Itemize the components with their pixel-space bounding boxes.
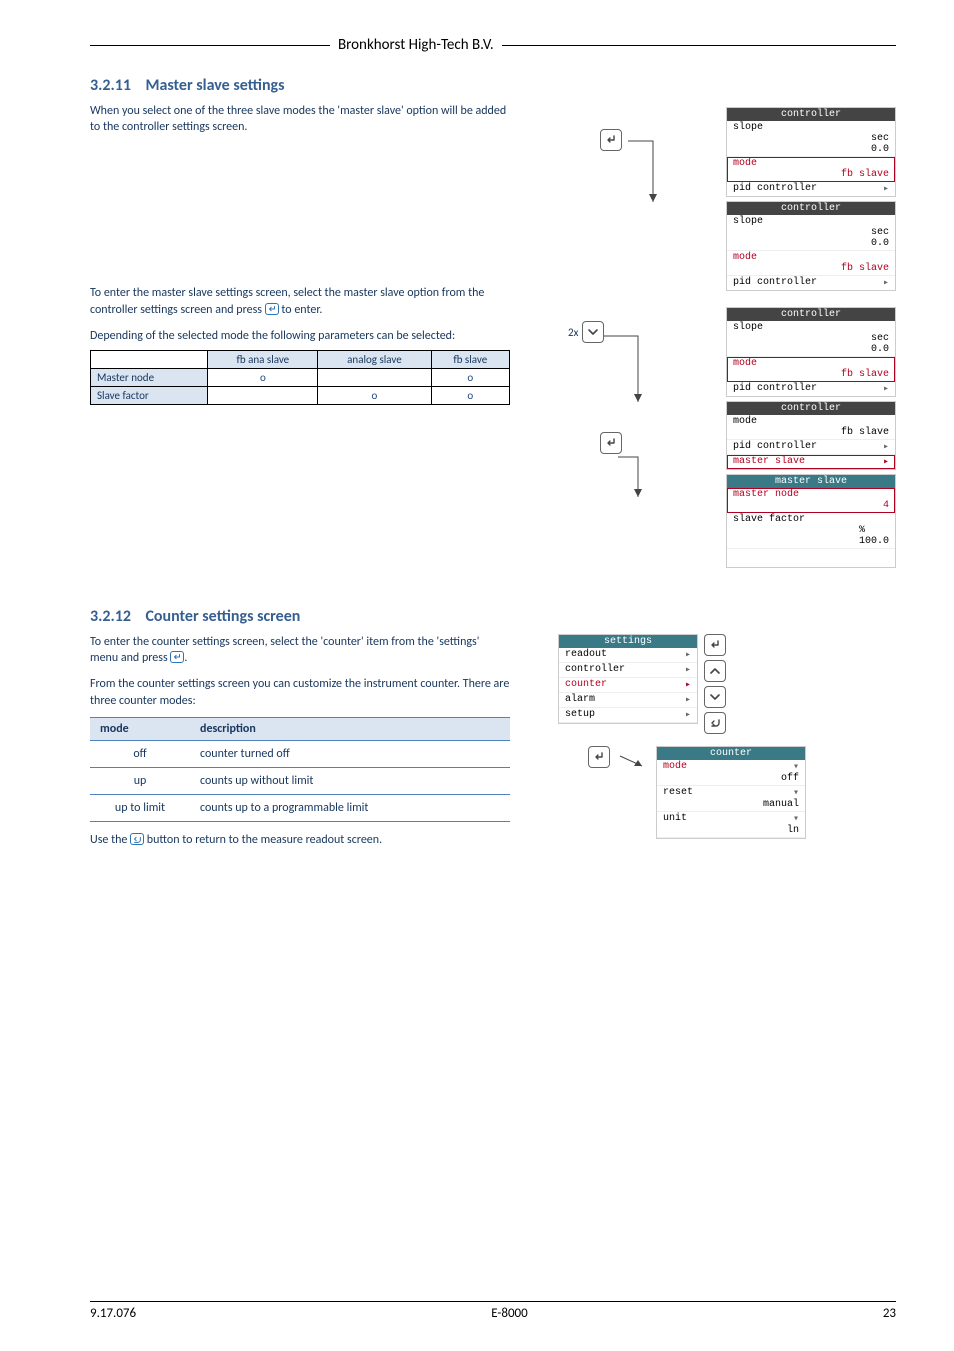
- page-footer: 9.17.076 E-8000 23: [90, 1301, 896, 1321]
- table-row: upcounts up without limit: [90, 767, 510, 794]
- panel-title: controller: [727, 108, 895, 121]
- section-3-2-11-title: 3.2.11 Master slave settings: [90, 76, 896, 95]
- panel-title: counter: [657, 747, 805, 760]
- col-mode: mode: [90, 717, 190, 740]
- enter-icon: [265, 303, 279, 315]
- sec1-para1: When you select one of the three slave m…: [90, 103, 510, 135]
- master-slave-panel: master slave master node4 slave factor%1…: [726, 474, 896, 568]
- panel-title: settings: [559, 635, 697, 648]
- controller-panel: controller slopesec0.0 modefb slave pid …: [726, 307, 896, 397]
- footer-model: E-8000: [491, 1306, 528, 1321]
- sec1-para3: Depending of the selected mode the follo…: [90, 328, 510, 344]
- counter-diagram: counter mode▾off reset▾manual unit▾ln: [588, 746, 896, 839]
- rule-left: [90, 45, 330, 46]
- label-2x: 2x: [568, 326, 578, 339]
- enter-button-icon: [600, 129, 622, 151]
- col-analog-slave: analog slave: [318, 350, 431, 368]
- counter-mode-table: mode description offcounter turned off u…: [90, 717, 510, 822]
- back-button-icon: [704, 712, 726, 734]
- connector-lines: [578, 322, 678, 572]
- up-button-icon: [704, 660, 726, 682]
- controller-panel: controller modefb slave pid controller▸ …: [726, 401, 896, 470]
- table-row: up to limitcounts up to a programmable l…: [90, 794, 510, 821]
- down-button-icon: [582, 321, 604, 343]
- col-description: description: [190, 717, 510, 740]
- table-row: Master node o o: [91, 368, 510, 386]
- down-button-icon: [704, 686, 726, 708]
- sec2-para3: Use the button to return to the measure …: [90, 832, 510, 848]
- section-number: 3.2.12: [90, 607, 131, 626]
- controller-panel: controller slopesec0.0 modefb slave pid …: [726, 107, 896, 197]
- controller-panel: controller slopesec0.0 modefb slave pid …: [726, 201, 896, 291]
- header-rule: Bronkhorst High-Tech B.V.: [90, 36, 896, 54]
- connector-lines: [618, 127, 678, 267]
- section-heading: Counter settings screen: [145, 607, 300, 626]
- settings-diagram: settings readout▸ controller▸ counter▸ a…: [558, 634, 896, 734]
- footer-doc-id: 9.17.076: [90, 1306, 136, 1321]
- sec2-para1: To enter the counter settings screen, se…: [90, 634, 510, 666]
- section-heading: Master slave settings: [145, 76, 284, 95]
- table-row: Slave factor o o: [91, 386, 510, 404]
- col-fb-slave: fb slave: [431, 350, 509, 368]
- table-row: offcounter turned off: [90, 740, 510, 767]
- connector-line: [618, 746, 648, 770]
- sec2-para2: From the counter settings screen you can…: [90, 676, 510, 708]
- col-fb-ana-slave: fb ana slave: [208, 350, 318, 368]
- company-name: Bronkhorst High-Tech B.V.: [330, 36, 502, 54]
- enter-button-icon: [600, 432, 622, 454]
- diagram-controller-2: 2x controller slopesec0.0 modefb slave p…: [528, 307, 896, 567]
- back-icon: [130, 833, 144, 845]
- settings-panel: settings readout▸ controller▸ counter▸ a…: [558, 634, 698, 724]
- enter-icon: [170, 651, 184, 663]
- footer-page-number: 23: [883, 1306, 896, 1321]
- section-3-2-12-title: 3.2.12 Counter settings screen: [90, 607, 896, 626]
- sec1-para2: To enter the master slave settings scree…: [90, 285, 510, 317]
- counter-panel: counter mode▾off reset▾manual unit▾ln: [656, 746, 806, 839]
- slave-mode-table: fb ana slave analog slave fb slave Maste…: [90, 350, 510, 405]
- enter-button-icon: [704, 634, 726, 656]
- diagram-controller-1: controller slopesec0.0 modefb slave pid …: [528, 107, 896, 287]
- rule-right: [502, 45, 896, 46]
- section-number: 3.2.11: [90, 76, 131, 95]
- enter-button-icon: [588, 746, 610, 768]
